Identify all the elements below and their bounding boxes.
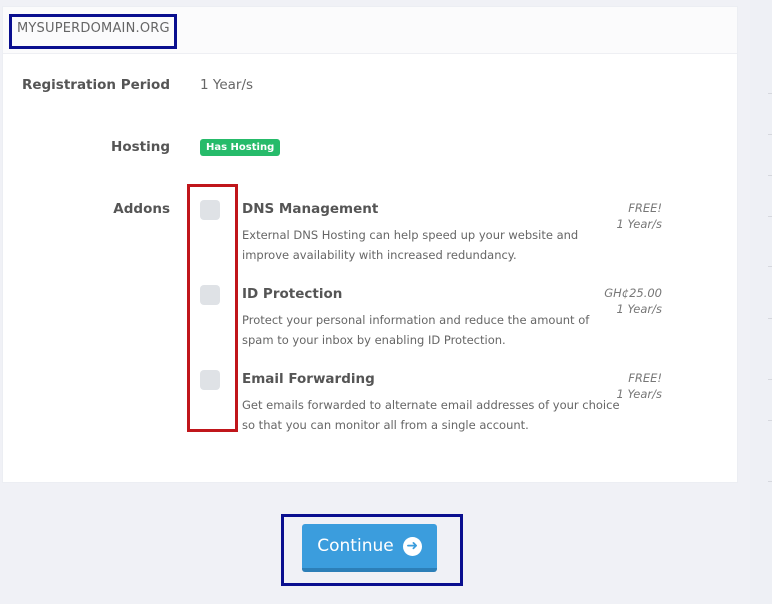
dns-management-checkbox[interactable]	[200, 200, 220, 220]
domain-highlight-box	[9, 14, 177, 49]
addon-title: DNS Management	[242, 201, 379, 217]
arrow-circle-right-icon: ➜	[402, 536, 422, 556]
addon-price: GH¢25.00 1 Year/s	[542, 285, 662, 317]
divider	[768, 134, 772, 135]
background-strip	[750, 0, 772, 604]
registration-period-value: 1 Year/s	[200, 77, 254, 93]
addon-title: Email Forwarding	[242, 371, 375, 387]
divider	[768, 216, 772, 217]
addon-price: FREE! 1 Year/s	[542, 200, 662, 232]
addon-price: FREE! 1 Year/s	[542, 370, 662, 402]
hosting-label: Hosting	[111, 139, 170, 155]
registration-period-label: Registration Period	[21, 77, 170, 93]
id-protection-checkbox[interactable]	[200, 285, 220, 305]
addon-price-value: GH¢25.00	[604, 286, 662, 300]
addon-term: 1 Year/s	[616, 302, 662, 316]
divider	[768, 175, 772, 176]
divider	[768, 93, 772, 94]
divider	[768, 379, 772, 380]
continue-button[interactable]: Continue ➜	[302, 524, 437, 572]
addon-term: 1 Year/s	[616, 217, 662, 231]
divider	[768, 266, 772, 267]
divider	[768, 318, 772, 319]
has-hosting-badge: Has Hosting	[200, 139, 281, 156]
divider	[768, 481, 772, 482]
continue-button-label: Continue	[317, 536, 394, 556]
checkbox-highlight-box	[187, 184, 238, 432]
addon-price-value: FREE!	[628, 371, 662, 385]
addon-price-value: FREE!	[628, 201, 662, 215]
addon-title: ID Protection	[242, 286, 343, 302]
addon-term: 1 Year/s	[616, 387, 662, 401]
email-forwarding-checkbox[interactable]	[200, 370, 220, 390]
addons-label: Addons	[113, 201, 170, 217]
divider	[768, 420, 772, 421]
